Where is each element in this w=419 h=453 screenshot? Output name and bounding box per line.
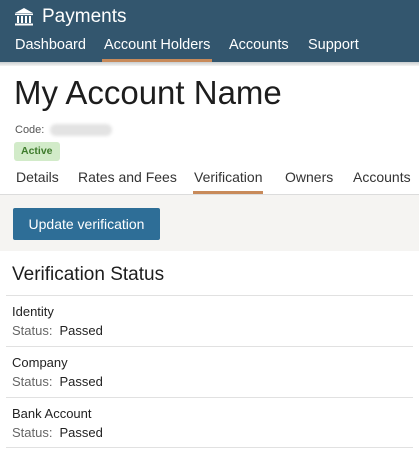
nav-item-dashboard[interactable]: Dashboard bbox=[15, 36, 86, 62]
status-badge: Active bbox=[14, 142, 60, 161]
section-title: Verification Status bbox=[12, 264, 165, 285]
verification-panel: Verification Status Identity Status: Pass… bbox=[0, 251, 419, 453]
code-value-redacted bbox=[50, 124, 113, 136]
code-row: Code: bbox=[15, 124, 113, 136]
tab-rates-and-fees[interactable]: Rates and Fees bbox=[78, 169, 177, 194]
app-title: Payments bbox=[42, 6, 127, 27]
code-label: Code: bbox=[15, 124, 45, 136]
verification-item-identity: Identity Status: Passed bbox=[6, 295, 413, 346]
verification-item-bank-account: Bank Account Status: Passed bbox=[6, 397, 413, 448]
header-divider bbox=[0, 194, 419, 195]
tab-owners[interactable]: Owners bbox=[285, 169, 333, 194]
main-nav: Dashboard Account Holders Accounts Suppo… bbox=[0, 36, 419, 62]
verification-item-name: Bank Account bbox=[12, 406, 92, 421]
verification-item-name: Identity bbox=[12, 304, 54, 319]
account-header: My Account Name Code: Active Details Rat… bbox=[0, 66, 419, 194]
verification-list: Identity Status: Passed Company Status: Pa… bbox=[0, 295, 419, 448]
verification-item-status: Status: Passed bbox=[12, 374, 103, 389]
status-value: Passed bbox=[59, 425, 103, 440]
top-bar: Payments Dashboard Account Holders Accou… bbox=[0, 0, 419, 62]
status-label: Status: bbox=[12, 374, 53, 389]
status-label: Status: bbox=[12, 425, 53, 440]
nav-item-accounts[interactable]: Accounts bbox=[229, 36, 289, 62]
status-value: Passed bbox=[59, 374, 103, 389]
bank-icon bbox=[14, 7, 34, 27]
nav-item-account-holders[interactable]: Account Holders bbox=[101, 36, 213, 62]
tab-details[interactable]: Details bbox=[16, 169, 59, 194]
status-value: Passed bbox=[59, 323, 103, 338]
nav-item-support[interactable]: Support bbox=[308, 36, 359, 62]
tab-accounts[interactable]: Accounts bbox=[353, 169, 411, 194]
verification-item-status: Status: Passed bbox=[12, 323, 103, 338]
tab-verification[interactable]: Verification bbox=[192, 169, 264, 194]
update-verification-button[interactable]: Update verification bbox=[13, 208, 160, 240]
brand[interactable]: Payments bbox=[14, 5, 126, 29]
verification-item-company: Company Status: Passed bbox=[6, 346, 413, 397]
verification-item-name: Company bbox=[12, 355, 68, 370]
status-label: Status: bbox=[12, 323, 53, 338]
verification-item-status: Status: Passed bbox=[12, 425, 103, 440]
page-title: My Account Name bbox=[14, 74, 282, 111]
